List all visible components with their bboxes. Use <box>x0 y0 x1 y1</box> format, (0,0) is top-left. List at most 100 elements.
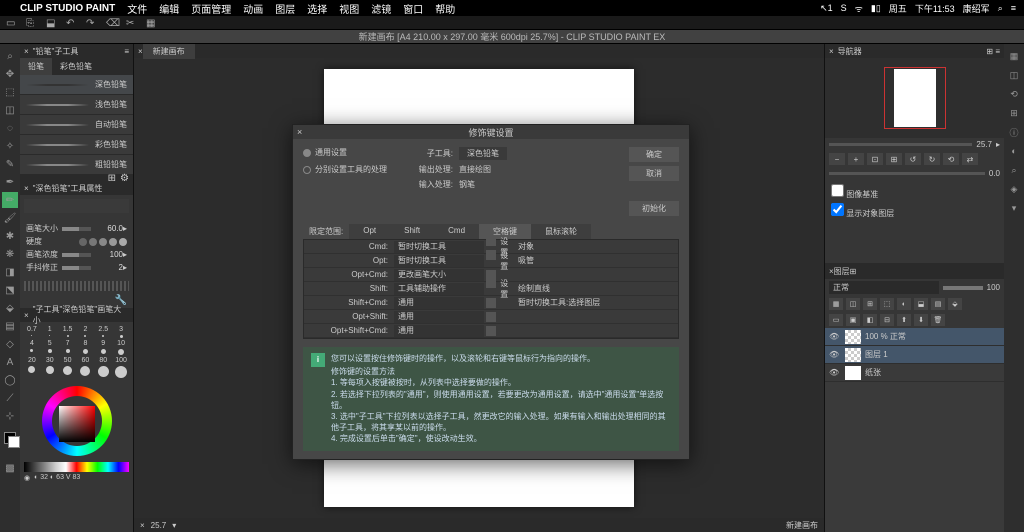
subtool-tab-pencil[interactable]: 铅笔 <box>20 58 52 75</box>
settings-button[interactable] <box>486 278 496 288</box>
menu-anim[interactable]: 动画 <box>243 1 263 16</box>
clock-time[interactable]: 下午11:53 <box>915 2 955 15</box>
layer-tool-icon[interactable]: ⬆ <box>897 314 911 326</box>
new-layer-icon[interactable]: ▭ <box>829 314 843 326</box>
prop-stabilize[interactable]: 手抖修正2▸ <box>26 262 127 273</box>
size-cell[interactable]: 2 <box>77 326 93 338</box>
nav-zoom-out-icon[interactable]: − <box>829 153 845 165</box>
tool-eraser-icon[interactable]: ◨ <box>2 264 18 280</box>
status-icon[interactable]: ↖1 <box>820 3 833 14</box>
clock-day[interactable]: 周五 <box>889 2 907 15</box>
tool-move-icon[interactable]: ✥ <box>2 66 18 82</box>
tool-correct-icon[interactable]: ⊹ <box>2 408 18 424</box>
auto-icon[interactable]: ⊞ <box>1006 105 1022 121</box>
action-select[interactable]: 通用 <box>394 297 484 309</box>
menu-edit[interactable]: 编辑 <box>159 1 179 16</box>
toolbar-undo-icon[interactable]: ↶ <box>66 18 76 28</box>
size-cell[interactable]: 2.5 <box>95 326 111 338</box>
nav-zoom-slider[interactable] <box>829 143 972 146</box>
new-folder-icon[interactable]: ▣ <box>846 314 860 326</box>
layer-tool-icon[interactable]: ▦ <box>829 298 843 310</box>
tool-ruler-icon[interactable]: ⟋ <box>2 390 18 406</box>
down-icon[interactable]: ▾ <box>1006 200 1022 216</box>
color-history-strip[interactable] <box>24 462 129 472</box>
tool-brush-icon[interactable]: 🖌 <box>2 210 18 226</box>
reset-button[interactable]: 初始化 <box>629 201 679 216</box>
zoom-dropdown-icon[interactable]: ▾ <box>172 521 176 530</box>
tool-text-icon[interactable]: A <box>2 354 18 370</box>
layer-visibility-icon[interactable]: 👁 <box>829 350 841 359</box>
status-s-icon[interactable]: S <box>841 3 847 13</box>
action-select[interactable]: 通用 <box>394 311 484 323</box>
subtool-tab-colorpencil[interactable]: 彩色铅笔 <box>52 58 100 75</box>
tool-pen-icon[interactable]: ✒ <box>2 174 18 190</box>
nav-angle-slider[interactable] <box>829 172 985 175</box>
tool-pencil-icon[interactable]: ✏ <box>2 192 18 208</box>
settings-button[interactable] <box>486 298 496 308</box>
panel-close-icon[interactable]: × <box>24 47 29 56</box>
canvas-zoom[interactable]: 25.7 <box>151 521 167 530</box>
panel-menu-icon[interactable]: ⊞ ≡ <box>986 47 1000 56</box>
size-cell[interactable]: 0.7 <box>24 326 40 338</box>
action-select[interactable]: 工具辅助操作 <box>394 283 484 295</box>
item-icon[interactable]: ◐ <box>1006 143 1022 159</box>
tool-lasso-icon[interactable]: ◌ <box>2 120 18 136</box>
layer-row[interactable]: 👁 100 % 正常 <box>825 328 1004 346</box>
color-mode-icon[interactable]: ◉ <box>24 474 30 482</box>
layer-row[interactable]: 👁 纸张 <box>825 364 1004 382</box>
menu-help[interactable]: 帮助 <box>435 1 455 16</box>
tool-eyedropper-icon[interactable]: ✎ <box>2 156 18 172</box>
menu-select[interactable]: 选择 <box>307 1 327 16</box>
menu-page[interactable]: 页面管理 <box>191 1 231 16</box>
quick-access-icon[interactable]: ▦ <box>1006 48 1022 64</box>
tool-blend-icon[interactable]: ⬔ <box>2 282 18 298</box>
action-select[interactable]: 暂时切换工具 <box>394 255 484 267</box>
subtool-value[interactable]: 深色铅笔 <box>459 147 507 160</box>
settings-button[interactable] <box>486 312 496 322</box>
action-select[interactable]: 暂时切换工具 <box>394 241 484 253</box>
panel-menu-icon[interactable]: ⊞ <box>850 267 857 276</box>
3d-icon[interactable]: ◈ <box>1006 181 1022 197</box>
settings-button[interactable] <box>486 236 496 246</box>
tool-wand-icon[interactable]: ✧ <box>2 138 18 154</box>
tab-opt[interactable]: Opt <box>349 224 390 239</box>
brush-preset-light[interactable]: 浅色铅笔 <box>20 95 133 115</box>
blend-mode-select[interactable]: 正常 <box>829 281 939 294</box>
size-cell[interactable]: 30 <box>42 357 58 378</box>
panel-close-icon[interactable]: × <box>24 311 29 320</box>
menu-window[interactable]: 窗口 <box>403 1 423 16</box>
layer-tool-icon[interactable]: ▤ <box>931 298 945 310</box>
size-cell[interactable]: 8 <box>77 340 93 355</box>
prop-brush-size[interactable]: 画笔大小60.0▸ <box>26 223 127 234</box>
tool-balloon-icon[interactable]: ◯ <box>2 372 18 388</box>
color-swatch[interactable] <box>2 430 18 446</box>
tab-wheel[interactable]: 鼠标滚轮 <box>531 224 591 239</box>
prop-pattern-bar[interactable] <box>24 281 129 291</box>
size-cell[interactable]: 4 <box>24 340 40 355</box>
color-wheel[interactable] <box>37 386 117 456</box>
size-cell[interactable]: 3 <box>113 326 129 338</box>
zoom-stepper-icon[interactable]: ▸ <box>996 140 1000 149</box>
layer-tool-icon[interactable]: ◧ <box>863 314 877 326</box>
user-name[interactable]: 康绍军 <box>963 2 990 15</box>
control-center-icon[interactable]: ≡ <box>1011 3 1016 13</box>
nav-checkbox-imgref[interactable]: 图像基准 <box>831 184 998 200</box>
size-cell[interactable]: 5 <box>42 340 58 355</box>
toolbar-open-icon[interactable]: ⎘ <box>26 18 36 28</box>
size-cell[interactable]: 80 <box>95 357 111 378</box>
spotlight-icon[interactable]: ⌕ <box>998 3 1003 14</box>
panel-menu-icon[interactable]: ≡ <box>124 47 129 56</box>
prop-density[interactable]: 画笔浓度100▸ <box>26 249 127 260</box>
settings-button[interactable] <box>486 326 496 336</box>
layer-tool-icon[interactable]: ⊟ <box>880 314 894 326</box>
toolbar-save-icon[interactable]: ⬓ <box>46 18 56 28</box>
size-cell[interactable]: 60 <box>77 357 93 378</box>
panel-close-icon[interactable]: × <box>829 47 834 56</box>
layer-tool-icon[interactable]: ⬙ <box>948 298 962 310</box>
tool-fill-icon[interactable]: ⬙ <box>2 300 18 316</box>
brush-preset-dark[interactable]: 深色铅笔 <box>20 75 133 95</box>
size-cell[interactable]: 100 <box>113 357 129 378</box>
brush-preset-auto[interactable]: 自动铅笔 <box>20 115 133 135</box>
tab-shift[interactable]: Shift <box>390 224 434 239</box>
history-icon[interactable]: ⟲ <box>1006 86 1022 102</box>
